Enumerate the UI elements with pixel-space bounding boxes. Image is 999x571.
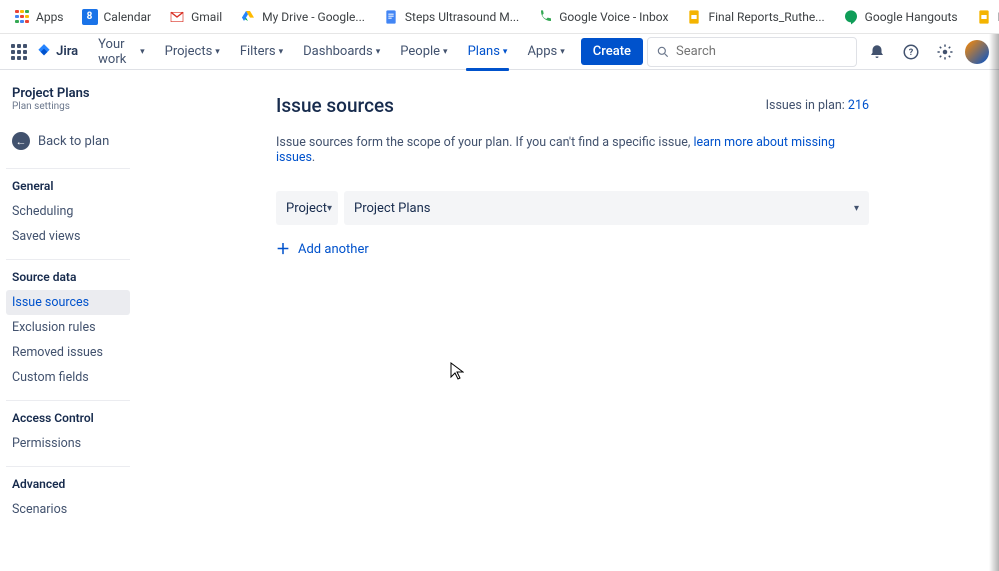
sidebar-group-advanced: Advanced Scenarios — [6, 466, 130, 522]
sidebar-item-scenarios[interactable]: Scenarios — [6, 497, 130, 522]
nav-filters[interactable]: Filters▾ — [232, 40, 291, 63]
bookmark-calendar[interactable]: 8 Calendar — [74, 5, 160, 29]
back-label: Back to plan — [38, 134, 109, 149]
user-avatar[interactable] — [965, 40, 989, 64]
bookmark-hangouts[interactable]: Google Hangouts — [835, 5, 966, 29]
bookmark-label: Final Reports_Ruthe... — [708, 10, 824, 24]
help-button[interactable]: ? — [897, 38, 925, 66]
chevron-down-icon: ▾ — [503, 47, 508, 57]
bookmark-label: Gmail — [191, 10, 222, 24]
apps-grid-icon — [14, 9, 30, 25]
chevron-down-icon: ▾ — [215, 47, 220, 57]
product-name: Jira — [56, 44, 78, 59]
bookmark-label: Steps Ultrasound M... — [405, 10, 519, 24]
jira-logo[interactable]: Jira — [35, 43, 78, 61]
help-icon: ? — [902, 43, 920, 61]
bookmark-label: Google Hangouts — [865, 10, 958, 24]
page-title: Issue sources — [276, 94, 394, 117]
main-layout: Project Plans Plan settings ← Back to pl… — [0, 70, 999, 571]
search-input[interactable] — [676, 44, 848, 59]
chevron-down-icon: ▾ — [279, 47, 284, 57]
add-another-label: Add another — [298, 242, 369, 257]
source-value: Project Plans — [354, 201, 431, 216]
sidebar-group-label: Advanced — [6, 477, 130, 497]
bookmark-voice[interactable]: Google Voice - Inbox — [529, 5, 676, 29]
settings-sidebar: Project Plans Plan settings ← Back to pl… — [0, 70, 136, 571]
source-type-select[interactable]: Project ▾ — [276, 191, 338, 225]
sidebar-group-source-data: Source data Issue sources Exclusion rule… — [6, 259, 130, 390]
sidebar-item-saved-views[interactable]: Saved views — [6, 224, 130, 249]
sidebar-group-label: General — [6, 179, 130, 199]
sidebar-item-permissions[interactable]: Permissions — [6, 431, 130, 456]
gear-icon — [936, 43, 954, 61]
search-icon — [656, 45, 670, 59]
chevron-down-icon: ▾ — [376, 47, 381, 57]
sidebar-item-custom-fields[interactable]: Custom fields — [6, 365, 130, 390]
sidebar-item-exclusion-rules[interactable]: Exclusion rules — [6, 315, 130, 340]
bell-icon — [868, 43, 886, 61]
chevron-down-icon: ▾ — [140, 47, 145, 57]
calendar-icon: 8 — [82, 9, 98, 25]
app-switcher[interactable] — [10, 40, 27, 64]
add-another-source[interactable]: ＋ Add another — [276, 239, 869, 259]
chevron-down-icon: ▾ — [560, 47, 565, 57]
bookmark-slides-2[interactable]: Final Reports Proce... — [968, 5, 999, 29]
nav-projects[interactable]: Projects▾ — [157, 40, 228, 63]
bookmark-label: Google Voice - Inbox — [559, 10, 668, 24]
bookmark-slides-1[interactable]: Final Reports_Ruthe... — [678, 5, 832, 29]
page-hint: Issue sources form the scope of your pla… — [276, 135, 869, 165]
drive-icon — [240, 9, 256, 25]
bookmark-apps[interactable]: Apps — [6, 5, 72, 29]
chevron-down-icon: ▾ — [854, 203, 859, 214]
sidebar-subtitle: Plan settings — [0, 101, 136, 122]
browser-bookmarks-bar: Apps 8 Calendar Gmail My Drive - Google.… — [0, 0, 999, 34]
issue-source-row: Project ▾ Project Plans ▾ — [276, 191, 869, 225]
bookmark-label: My Drive - Google... — [262, 10, 365, 24]
bookmark-label: Apps — [36, 10, 64, 24]
page-content: Issue sources Issues in plan: 216 Issue … — [136, 70, 999, 571]
sidebar-title: Project Plans — [0, 86, 136, 101]
sidebar-group-access-control: Access Control Permissions — [6, 400, 130, 456]
nav-plans[interactable]: Plans▾ — [460, 40, 516, 63]
hangouts-icon — [843, 9, 859, 25]
bookmark-label: Calendar — [104, 10, 152, 24]
gmail-icon — [169, 9, 185, 25]
bookmark-gmail[interactable]: Gmail — [161, 5, 230, 29]
sidebar-group-label: Access Control — [6, 411, 130, 431]
chevron-down-icon: ▾ — [327, 203, 332, 214]
source-value-select[interactable]: Project Plans ▾ — [344, 191, 869, 225]
source-type-value: Project — [286, 201, 327, 216]
sidebar-group-general: General Scheduling Saved views — [6, 168, 130, 249]
slides-icon — [686, 9, 702, 25]
jira-logo-icon — [35, 43, 53, 61]
bookmark-docs[interactable]: Steps Ultrasound M... — [375, 5, 527, 29]
sidebar-item-scheduling[interactable]: Scheduling — [6, 199, 130, 224]
mouse-cursor-icon — [450, 362, 464, 380]
nav-people[interactable]: People▾ — [392, 40, 455, 63]
plus-icon: ＋ — [276, 239, 290, 259]
global-search[interactable] — [647, 37, 857, 67]
voice-icon — [537, 9, 553, 25]
slides-icon — [976, 9, 992, 25]
back-arrow-icon: ← — [12, 132, 30, 150]
create-button[interactable]: Create — [581, 38, 643, 65]
svg-text:?: ? — [909, 48, 914, 58]
issues-in-plan-count: Issues in plan: 216 — [766, 98, 869, 113]
app-navbar: Jira Your work▾ Projects▾ Filters▾ Dashb… — [0, 34, 999, 70]
notifications-button[interactable] — [863, 38, 891, 66]
nav-apps[interactable]: Apps▾ — [519, 40, 572, 63]
app-switcher-icon — [11, 44, 27, 60]
docs-icon — [383, 9, 399, 25]
bookmark-drive[interactable]: My Drive - Google... — [232, 5, 373, 29]
sidebar-item-removed-issues[interactable]: Removed issues — [6, 340, 130, 365]
nav-dashboards[interactable]: Dashboards▾ — [295, 40, 388, 63]
chevron-down-icon: ▾ — [443, 47, 448, 57]
back-to-plan[interactable]: ← Back to plan — [0, 126, 136, 156]
sidebar-group-label: Source data — [6, 270, 130, 290]
nav-your-work[interactable]: Your work▾ — [90, 33, 152, 71]
settings-button[interactable] — [931, 38, 959, 66]
sidebar-item-issue-sources[interactable]: Issue sources — [6, 290, 130, 315]
